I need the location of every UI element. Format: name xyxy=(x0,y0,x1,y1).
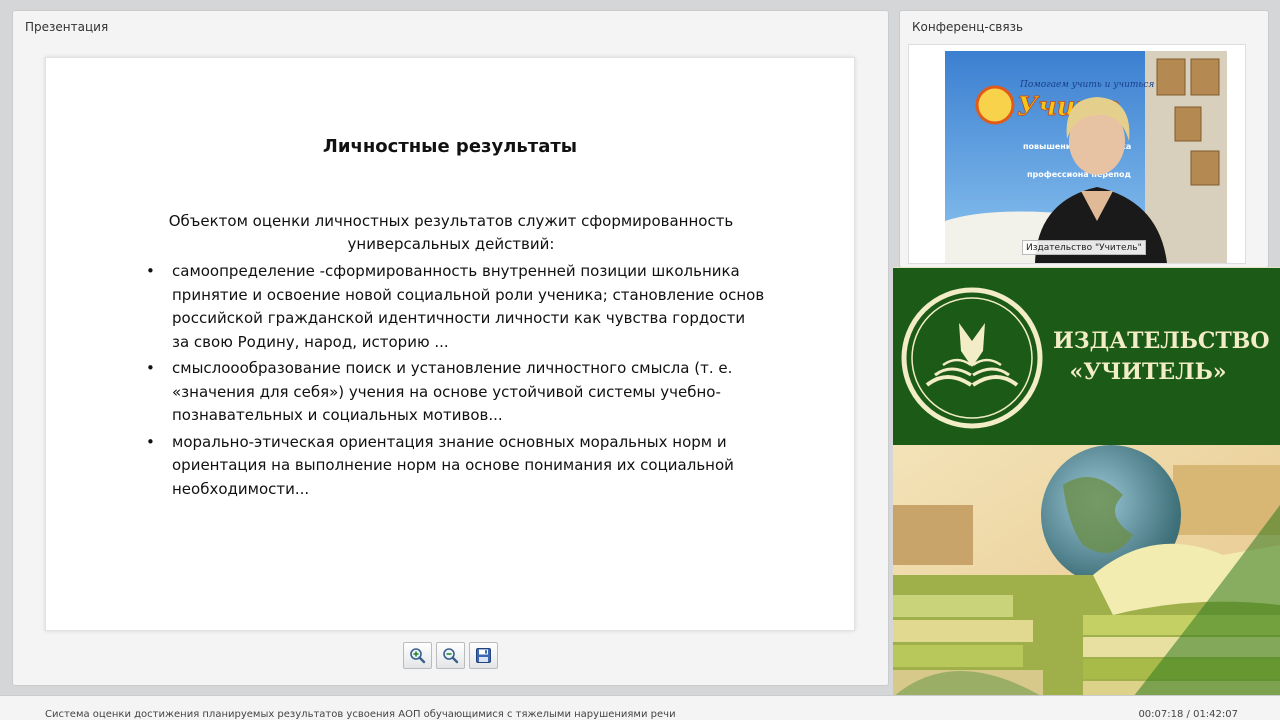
slide-intro: Объектом оценки личностных результатов с… xyxy=(168,212,734,253)
zoom-in-button[interactable] xyxy=(403,642,432,669)
bullet-icon: • xyxy=(146,432,155,451)
slide-bullet-text: морально-этическая ориентация знание осн… xyxy=(172,432,734,498)
publisher-name-line: «УЧИТЕЛЬ» xyxy=(1069,359,1227,385)
video-frame: Помогаем учить и учиться Учите повышение… xyxy=(908,44,1246,264)
slide: Личностные результаты Объектом оценки ли… xyxy=(45,57,855,631)
zoom-out-button[interactable] xyxy=(436,642,465,669)
publisher-brand: ИЗДАТЕЛЬСТВО «УЧИТЕЛЬ» xyxy=(893,267,1280,445)
video-caption: Издательство "Учитель" xyxy=(1022,240,1146,255)
webinar-title: Система оценки достижения планируемых ре… xyxy=(45,709,676,720)
zoom-out-icon xyxy=(443,648,459,664)
playback-time: 00:07:18 / 01:42:07 xyxy=(1138,709,1238,720)
slide-bullet-text: самоопределение -сформированность внутре… xyxy=(172,262,765,351)
slide-bullet-item: • морально-этическая ориентация знание ос… xyxy=(146,431,766,502)
conference-panel: Конференц-связь Помогаем учить и учиться… xyxy=(899,10,1269,268)
books-globe-image xyxy=(893,445,1280,697)
bullet-icon: • xyxy=(146,359,155,377)
floppy-disk-icon xyxy=(476,648,491,663)
slide-title: Личностные результаты xyxy=(322,136,578,157)
bullet-icon: • xyxy=(146,262,155,280)
zoom-in-icon xyxy=(410,648,426,664)
publisher-name: ИЗДАТЕЛЬСТВО «УЧИТЕЛЬ» xyxy=(1053,326,1270,388)
slide-toolbar xyxy=(403,642,498,669)
books-globe-illustration xyxy=(893,445,1280,697)
banner-tagline: Помогаем учить и учиться xyxy=(1019,80,1154,90)
webcam-video[interactable]: Помогаем учить и учиться Учите повышение… xyxy=(945,51,1227,263)
slide-bullet-text: смыслоообразование поиск и установление … xyxy=(172,359,733,424)
publisher-name-line: ИЗДАТЕЛЬСТВО xyxy=(1053,328,1270,354)
webcam-scene-image: Помогаем учить и учиться Учите повышение… xyxy=(945,51,1227,263)
footer-bar: Система оценки достижения планируемых ре… xyxy=(0,695,1280,720)
slide-bullet-list: • самоопределение -сформированность внутр… xyxy=(146,260,766,504)
conference-panel-title: Конференц-связь xyxy=(912,20,1024,34)
banner-point: профессиона перепод xyxy=(1027,170,1132,179)
presentation-panel: Презентация Личностные результаты Объект… xyxy=(12,10,889,686)
publisher-logo-icon xyxy=(901,287,1043,429)
presentation-panel-title: Презентация xyxy=(25,20,109,34)
slide-bullet-item: • смыслоообразование поиск и установление… xyxy=(146,357,766,428)
save-button[interactable] xyxy=(469,642,498,669)
slide-bullet-item: • самоопределение -сформированность внутр… xyxy=(146,260,766,354)
